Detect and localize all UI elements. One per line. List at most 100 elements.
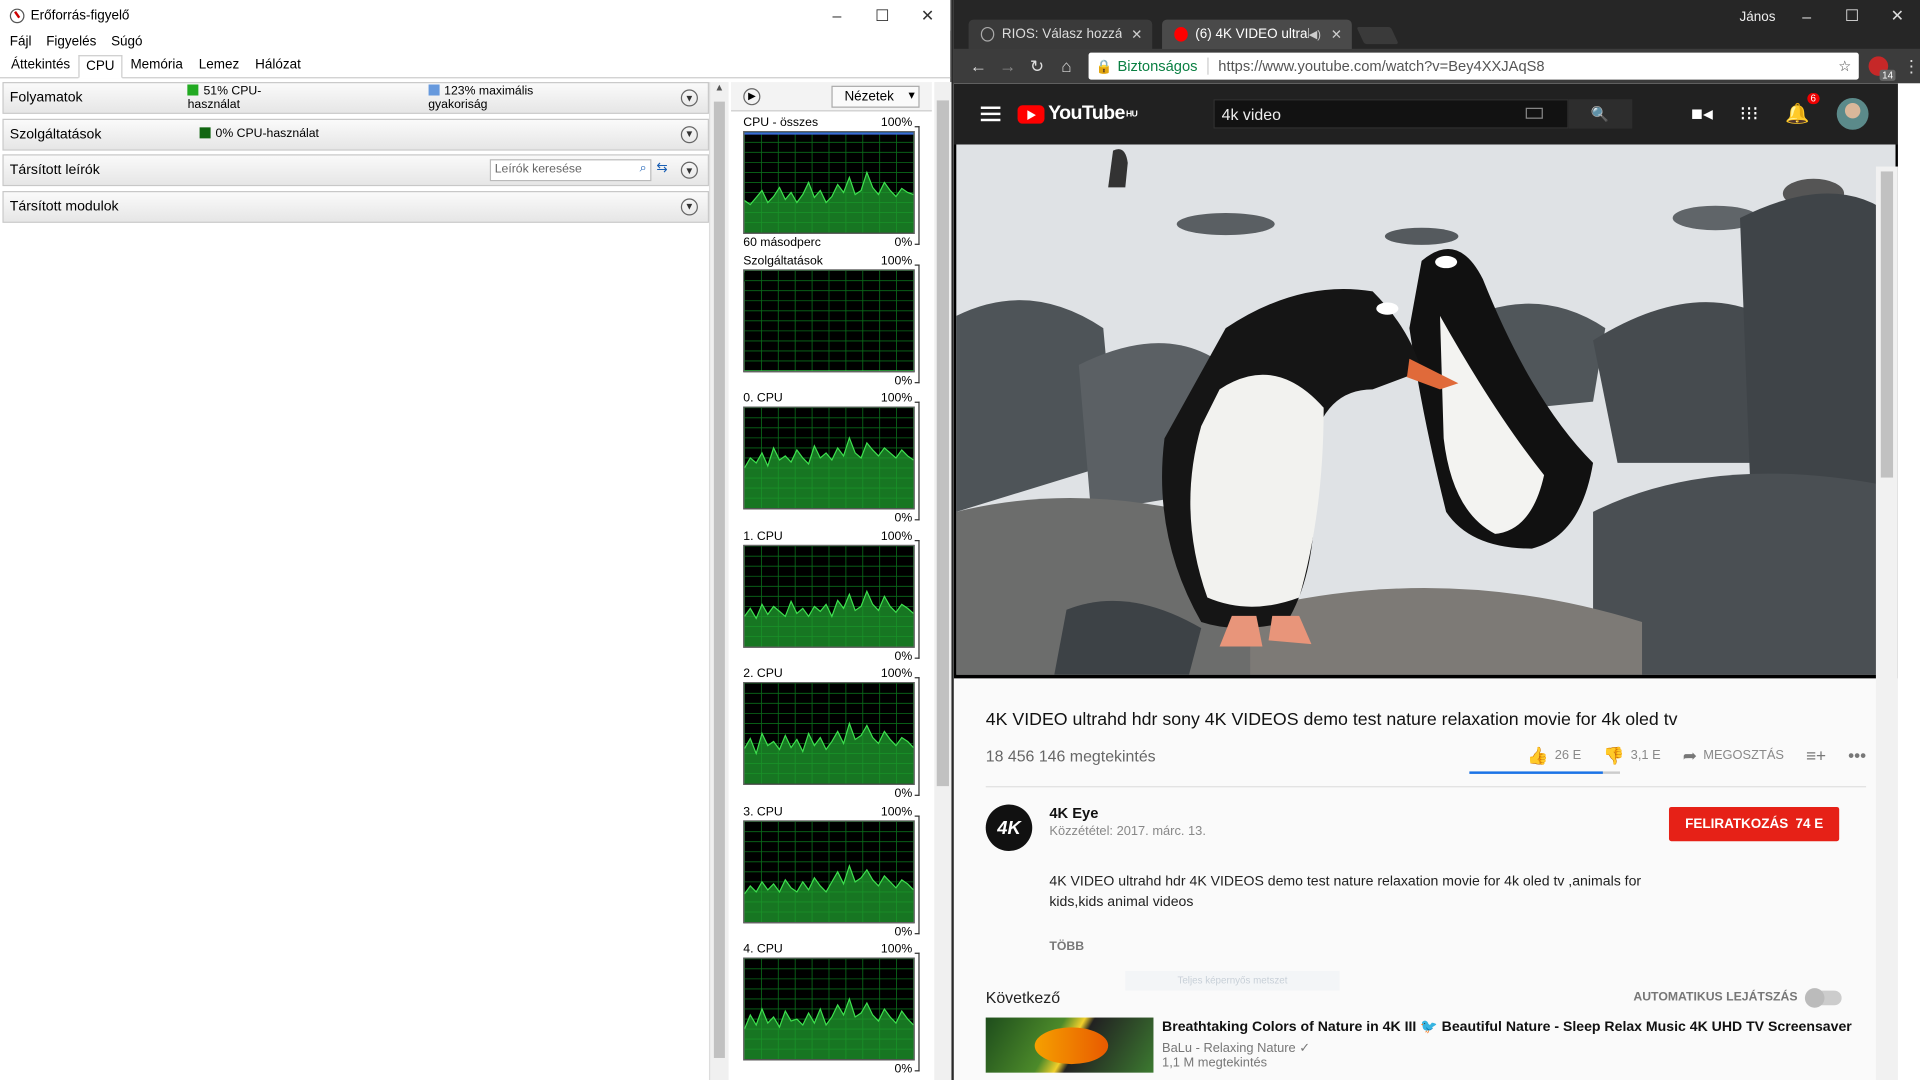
services-cpu-usage: 0% CPU-használat — [199, 127, 319, 141]
add-to-playlist-button[interactable]: ≡+ — [1806, 746, 1826, 766]
forward-icon[interactable]: → — [993, 56, 1022, 76]
apps-grid-icon[interactable]: ⁝⁝⁝ — [1740, 102, 1759, 126]
new-tab-button[interactable] — [1356, 26, 1399, 45]
chrome-menu-icon[interactable]: ⋮ — [1903, 56, 1920, 77]
toggle-knob — [1804, 987, 1825, 1008]
browser-tab-rios[interactable]: RIOS: Válasz hozzászólás ✕ — [968, 19, 1153, 49]
search-button[interactable]: 🔍 — [1568, 99, 1632, 129]
minimize-button[interactable]: – — [1784, 0, 1829, 32]
close-button[interactable]: ✕ — [905, 0, 950, 31]
chrome-window-controls: – ☐ ✕ — [1784, 0, 1920, 32]
bookmark-star-icon[interactable]: ☆ — [1838, 58, 1851, 75]
menu-help[interactable]: Súgó — [111, 34, 142, 49]
maximize-button[interactable]: ☐ — [860, 0, 905, 31]
tab-overview[interactable]: Áttekintés — [4, 54, 78, 77]
search-icon[interactable]: ⌕ — [640, 162, 647, 175]
omnibox-divider — [1207, 57, 1209, 75]
close-tab-icon[interactable]: ✕ — [1331, 26, 1342, 43]
graph-header: 2. CPU 100% — [743, 667, 929, 682]
graph-scale — [914, 126, 920, 245]
home-icon[interactable]: ⌂ — [1052, 56, 1081, 76]
graph-max: 100% — [880, 391, 913, 406]
tab-memory[interactable]: Memória — [123, 54, 190, 77]
chrome-toolbar: ← → ↻ ⌂ 🔒 Biztonságos https://www.youtub… — [953, 48, 1920, 84]
views-dropdown[interactable]: Nézetek — [830, 85, 920, 108]
tab-disk[interactable]: Lemez — [191, 54, 246, 77]
youtube-logo[interactable]: YouTube HU — [1017, 103, 1138, 125]
address-bar[interactable]: 🔒 Biztonságos https://www.youtube.com/wa… — [1088, 52, 1859, 80]
section-modules[interactable]: Társított modulok ▼ — [2, 190, 709, 223]
graph-min: 0% — [894, 925, 913, 939]
avatar[interactable] — [1836, 97, 1869, 130]
youtube-favicon-icon — [1174, 26, 1188, 42]
section-handles[interactable]: Társított leírók Leírók keresése ⌕ ⇆ ▼ — [2, 154, 709, 187]
cpu-graph: 4. CPU 100% 0% — [731, 938, 932, 1076]
chevron-down-icon[interactable]: ▼ — [680, 125, 698, 143]
graph-label: 3. CPU — [743, 805, 783, 819]
upload-video-icon[interactable]: ■◂ — [1691, 102, 1713, 126]
back-icon[interactable]: ← — [964, 56, 993, 76]
view-count: 18 456 146 megtekintés — [985, 746, 1156, 765]
tab-cpu[interactable]: CPU — [78, 55, 122, 79]
browser-tab-youtube[interactable]: (6) 4K VIDEO ultrahd ◀) ✕ — [1162, 19, 1352, 49]
graph-scale — [914, 814, 920, 934]
channel-row: 4K 4K Eye Közzététel: 2017. márc. 13. FE… — [985, 804, 1866, 852]
up-next-heading: Következő — [985, 988, 1061, 1007]
close-tab-icon[interactable]: ✕ — [1131, 26, 1142, 43]
channel-avatar[interactable]: 4K — [985, 804, 1033, 852]
channel-name[interactable]: 4K Eye — [1049, 804, 1206, 821]
scroll-up-icon[interactable]: ▲ — [710, 82, 728, 99]
graph-pane-scrollbar[interactable] — [934, 82, 952, 1080]
maximize-button[interactable]: ☐ — [1829, 0, 1874, 32]
recommended-video[interactable]: Breathtaking Colors of Nature in 4K III … — [985, 1017, 1866, 1073]
chevron-down-icon[interactable]: ▼ — [680, 89, 698, 107]
graph-max: 100% — [880, 254, 913, 268]
page-scrollbar[interactable] — [1875, 166, 1898, 1080]
video-stats-row: 18 456 146 megtekintés 👍 26 E 👎 3,1 E ➦ MEG… — [985, 742, 1866, 774]
graph-footer: 0% — [743, 650, 913, 663]
autoplay-toggle[interactable] — [1804, 987, 1842, 1008]
chevron-down-icon[interactable]: ▼ — [680, 197, 698, 215]
profile-name[interactable]: János — [1740, 10, 1776, 25]
close-button[interactable]: ✕ — [1875, 0, 1920, 32]
secure-label[interactable]: Biztonságos — [1117, 58, 1197, 75]
share-button[interactable]: ➦ MEGOSZTÁS — [1683, 745, 1784, 766]
collapse-pane-icon[interactable]: ▶ — [743, 87, 761, 105]
hamburger-menu-icon[interactable] — [980, 106, 1001, 122]
scrollbar-thumb[interactable] — [1880, 171, 1894, 478]
section-handles-label: Társított leírók — [9, 162, 100, 178]
graph-canvas — [743, 819, 915, 923]
extension-badge: 14 — [1879, 69, 1896, 81]
refresh-icon[interactable]: ⇆ — [656, 159, 667, 175]
audio-icon[interactable]: ◀) — [1309, 28, 1321, 41]
url-text[interactable]: https://www.youtube.com/watch?v=Bey4XXJA… — [1218, 58, 1838, 75]
reload-icon[interactable]: ↻ — [1022, 56, 1051, 77]
extension-icon[interactable]: 14 — [1868, 56, 1896, 81]
subscribe-button[interactable]: FELIRATKOZÁS 74 E — [1669, 806, 1840, 842]
section-processes-label: Folyamatok — [9, 90, 83, 106]
like-button[interactable]: 👍 26 E — [1527, 745, 1581, 766]
section-processes[interactable]: Folyamatok 51% CPU-használat 123% maximá… — [2, 82, 709, 114]
chevron-down-icon[interactable]: ▼ — [680, 161, 698, 179]
section-services[interactable]: Szolgáltatások 0% CPU-használat ▼ — [2, 118, 709, 151]
keyboard-icon[interactable] — [1525, 107, 1543, 119]
tab-network[interactable]: Hálózat — [248, 54, 308, 77]
more-actions-button[interactable]: ••• — [1848, 746, 1866, 766]
graph-scale — [914, 539, 920, 659]
handles-search-input[interactable]: Leírók keresése ⌕ — [489, 159, 652, 182]
menu-monitor[interactable]: Figyelés — [46, 34, 96, 49]
menu-file[interactable]: Fájl — [10, 34, 32, 49]
youtube-search-input[interactable]: 4k video — [1213, 99, 1569, 129]
scrollbar-thumb[interactable] — [936, 100, 949, 787]
recommended-title[interactable]: Breathtaking Colors of Nature in 4K III … — [1162, 1018, 1852, 1035]
tab-title: RIOS: Válasz hozzászólás — [1001, 26, 1122, 42]
video-thumbnail[interactable] — [985, 1017, 1154, 1073]
minimize-button[interactable]: – — [814, 0, 859, 31]
dislike-button[interactable]: 👎 3,1 E — [1603, 745, 1661, 766]
video-player[interactable] — [953, 144, 1898, 679]
lock-icon[interactable]: 🔒 — [1096, 58, 1113, 74]
notifications-bell-icon[interactable]: 🔔 6 — [1785, 93, 1820, 126]
scrollbar-thumb[interactable] — [713, 101, 725, 1058]
show-more-button[interactable]: TÖBB — [1049, 940, 1866, 953]
resmon-scrollbar[interactable]: ▲ — [708, 82, 729, 1080]
